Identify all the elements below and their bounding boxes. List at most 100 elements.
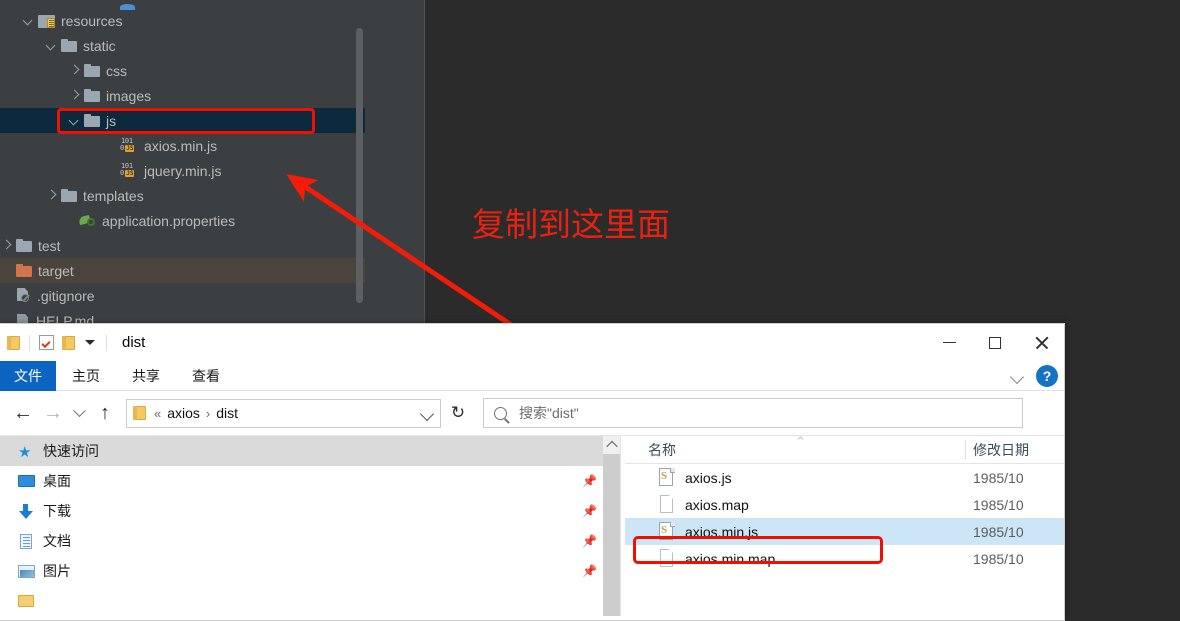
minimize-icon [942,341,956,344]
qat-folder-icon[interactable] [2,332,24,354]
tree-item-resources[interactable]: resources [0,8,365,33]
tree-item-js[interactable]: js [0,108,365,133]
navpane-item-pictures[interactable]: 图片 📌 [0,556,620,586]
tree-item-templates[interactable]: templates [0,183,365,208]
navpane-scroll-thumb[interactable] [603,454,620,616]
column-divider[interactable] [965,440,966,460]
tree-item-test[interactable]: test [0,233,365,258]
file-name-cell: Saxios.js [625,468,973,487]
chevron-right-icon[interactable] [68,64,81,77]
file-list-column-headers[interactable]: 名称 ⌃ 修改日期 [625,434,1064,464]
folder-icon [61,39,77,52]
pin-icon[interactable]: 📌 [582,475,597,488]
tree-item-application-properties[interactable]: application.properties [0,208,365,233]
navpane-scrollbar[interactable] [603,436,620,616]
tree-item-static[interactable]: static [0,33,365,58]
minimize-button[interactable] [926,324,972,361]
tree-item-jquery-min-js[interactable]: 101 0 JS jquery.min.js [0,158,365,183]
folder-icon [61,189,77,202]
navpane-scroll-up-button[interactable] [603,436,620,454]
chevron-down-icon[interactable] [22,14,35,27]
chevron-down-icon[interactable] [68,114,81,127]
window-controls[interactable] [926,324,1064,361]
help-button[interactable]: ? [1036,365,1058,387]
chevron-down-icon[interactable] [1008,366,1028,386]
breadcrumb-separator[interactable]: › [206,406,210,421]
pin-icon[interactable]: 📌 [582,535,597,548]
tab-file-label: 文件 [14,368,42,384]
maximize-button[interactable] [972,324,1018,361]
pin-icon[interactable]: 📌 [582,565,597,578]
back-button[interactable]: ← [8,398,38,428]
breadcrumb-overflow[interactable]: « [154,406,161,421]
chevron-right-icon[interactable] [0,239,13,252]
search-input[interactable]: 搜索"dist" [519,403,579,423]
up-button[interactable]: ↑ [90,398,120,428]
file-row[interactable]: axios.min.map 1985/10 [625,545,1064,572]
tree-item-css[interactable]: css [0,58,365,83]
js-file-icon: 101 0 JS [120,136,135,152]
navpane-item-download[interactable]: 下载 📌 [0,496,620,526]
breadcrumb-item-axios[interactable]: axios [167,405,200,421]
tree-item-label: test [38,237,61,254]
chevron-right-icon[interactable] [68,89,81,102]
tab-share[interactable]: 共享 [116,361,176,391]
tab-file[interactable]: 文件 [0,361,56,391]
qat-divider [29,334,30,351]
file-name-cell: Saxios.min.js [625,522,973,541]
ide-tree-scrollbar[interactable] [356,28,363,303]
search-box[interactable]: 搜索"dist" [483,398,1023,428]
pin-icon[interactable]: 📌 [582,505,597,518]
navpane-item-partial[interactable] [0,586,620,616]
breadcrumb-item-dist[interactable]: dist [216,405,238,421]
file-list-pane[interactable]: 名称 ⌃ 修改日期 Saxios.js 1985/10 axios.map 1985/… [625,434,1064,616]
screen: resources static css images js 101 0 JS axios.mi… [0,0,1180,621]
ribbon-right-controls[interactable]: ? [1008,361,1058,391]
ribbon-tabs[interactable]: 文件 主页 共享 查看 ? [0,361,1064,391]
navpane-item-label: 下载 [43,503,71,519]
breadcrumb-bar[interactable]: « axios › dist [126,398,441,428]
navpane-item-star[interactable]: ★ 快速访问 [0,436,620,466]
close-icon [1034,335,1049,350]
recent-locations-button[interactable] [68,398,90,428]
close-button[interactable] [1018,324,1064,361]
qat-properties-checkbox-icon[interactable] [35,332,57,354]
folder-icon [18,594,35,608]
quick-access-toolbar[interactable] [0,332,112,354]
gitignore-icon [16,288,31,303]
ide-project-tree[interactable]: resources static css images js 101 0 JS axios.mi… [0,0,365,330]
qat-new-folder-icon[interactable] [57,332,79,354]
file-row[interactable]: Saxios.min.js 1985/10 [625,518,1064,545]
qat-customize-caret-icon[interactable] [79,332,101,354]
column-header-date[interactable]: 修改日期 [973,440,1029,460]
navpane-item-documents[interactable]: 文档 📌 [0,526,620,556]
navigation-pane[interactable]: ★ 快速访问 桌面 📌 下载 📌 文档 📌 图片 📌 [0,436,620,616]
tree-item-label: application.properties [102,212,236,229]
column-header-name[interactable]: 名称 ⌃ [625,434,925,460]
tree-item--gitignore[interactable]: .gitignore [0,283,365,308]
tree-item-label: axios.min.js [144,137,218,154]
navpane-item-label: 文档 [43,533,71,549]
pictures-icon [18,564,35,579]
breadcrumb: « axios › dist [154,405,238,421]
tree-item-axios-min-js[interactable]: 101 0 JS axios.min.js [0,133,365,158]
chevron-right-icon[interactable] [45,189,58,202]
tree-item-label: templates [83,187,144,204]
breadcrumb-dropdown-icon[interactable] [419,406,435,421]
refresh-button[interactable]: ↻ [441,399,475,428]
chevron-down-icon[interactable] [45,39,58,52]
tab-view[interactable]: 查看 [176,361,236,391]
ide-editor-pane [425,0,1180,330]
tree-item-images[interactable]: images [0,83,365,108]
file-row[interactable]: axios.map 1985/10 [625,491,1064,518]
tree-item-target[interactable]: target [0,258,365,283]
forward-button[interactable]: → [38,398,68,428]
tab-home[interactable]: 主页 [56,361,116,391]
js-file-icon: S [658,468,676,487]
file-date-cell: 1985/10 [973,523,1024,540]
file-row[interactable]: Saxios.js 1985/10 [625,464,1064,491]
ide-gutter [365,0,425,330]
navpane-item-label: 桌面 [43,473,71,489]
navpane-item-desktop[interactable]: 桌面 📌 [0,466,620,496]
explorer-body: ★ 快速访问 桌面 📌 下载 📌 文档 📌 图片 📌 名称 ⌃ 修改日期 Saxios.js 198 [0,434,1064,616]
